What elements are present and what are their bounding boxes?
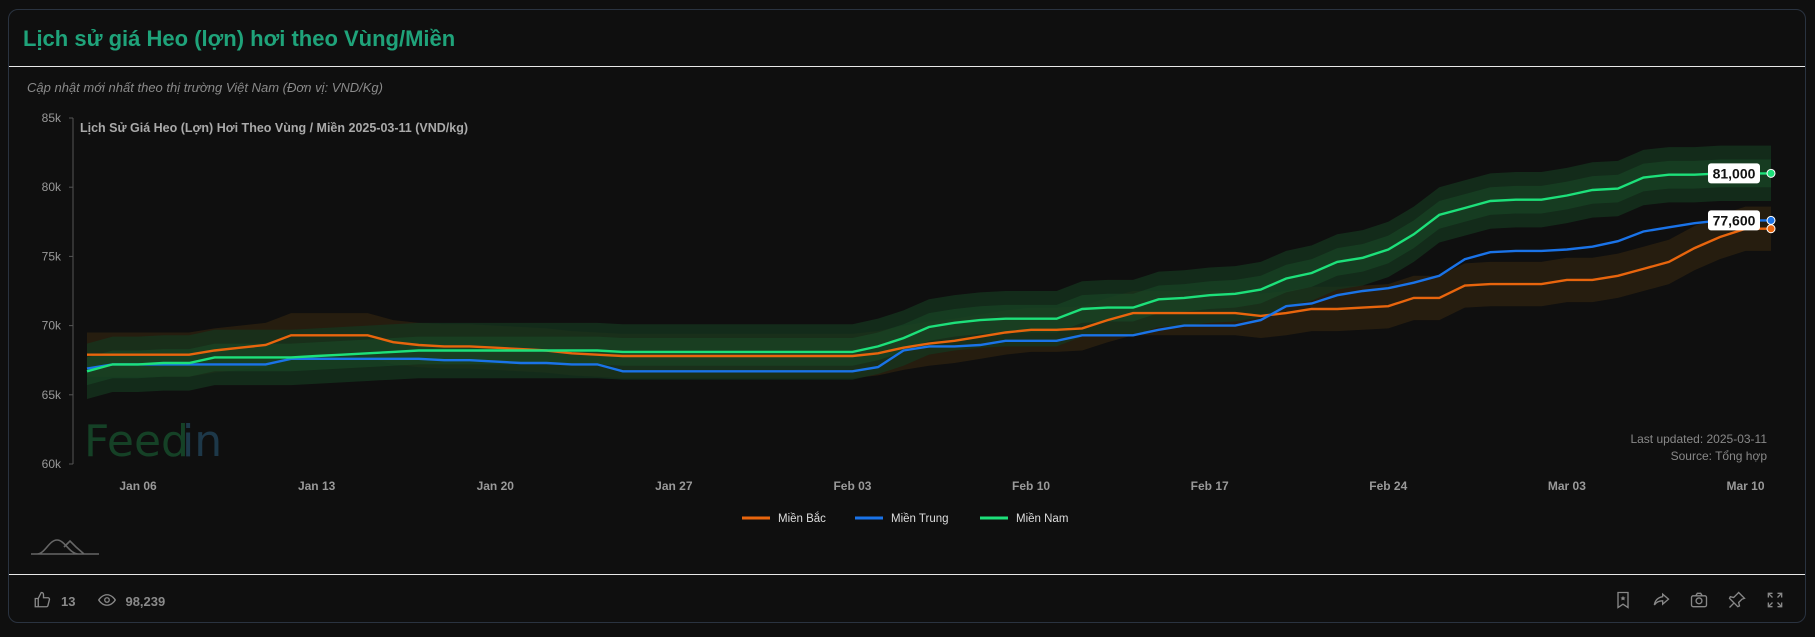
x-tick-label: Mar 03 xyxy=(1548,479,1586,493)
last-updated-annotation: Last updated: 2025-03-11 xyxy=(1630,432,1767,446)
legend-item-label[interactable]: Miền Trung xyxy=(891,513,949,525)
y-tick-label: 65k xyxy=(42,388,62,402)
y-tick-label: 60k xyxy=(42,457,62,471)
price-history-chart: 60k 65k 70k 75k 80k 85k Jan 06 Jan 13 Jan 20 Jan … xyxy=(31,111,1776,555)
x-tick-label: Feb 24 xyxy=(1369,479,1407,493)
end-value-label: 81,000 xyxy=(1713,165,1756,181)
x-tick-label: Mar 10 xyxy=(1726,479,1764,493)
x-tick-label: Feb 10 xyxy=(1012,479,1050,493)
end-value-label: 77,600 xyxy=(1713,212,1756,228)
x-tick-label: Jan 06 xyxy=(119,479,157,493)
y-tick-label: 70k xyxy=(42,319,62,333)
svg-text:in: in xyxy=(182,416,222,467)
end-point-central xyxy=(1766,215,1776,225)
source-annotation: Source: Tổng hợp xyxy=(1671,449,1768,463)
y-tick-label: 85k xyxy=(42,111,62,125)
mountain-icon xyxy=(31,539,99,555)
y-tick-label: 80k xyxy=(42,180,62,194)
x-tick-label: Jan 27 xyxy=(655,479,693,493)
svg-text:Feed: Feed xyxy=(84,416,189,467)
legend-item-label[interactable]: Miền Nam xyxy=(1016,513,1068,525)
end-point-south xyxy=(1766,168,1776,178)
x-tick-label: Jan 20 xyxy=(477,479,515,493)
x-tick-label: Jan 13 xyxy=(298,479,336,493)
end-point-north xyxy=(1766,224,1776,234)
x-tick-label: Feb 03 xyxy=(833,479,871,493)
x-tick-label: Feb 17 xyxy=(1191,479,1229,493)
feedin-watermark: Feed in xyxy=(84,416,222,467)
y-tick-label: 75k xyxy=(42,249,62,263)
chart-title: Lịch Sử Giá Heo (Lợn) Hơi Theo Vùng / Mi… xyxy=(80,121,468,135)
legend-item-label[interactable]: Miền Bắc xyxy=(778,512,826,525)
